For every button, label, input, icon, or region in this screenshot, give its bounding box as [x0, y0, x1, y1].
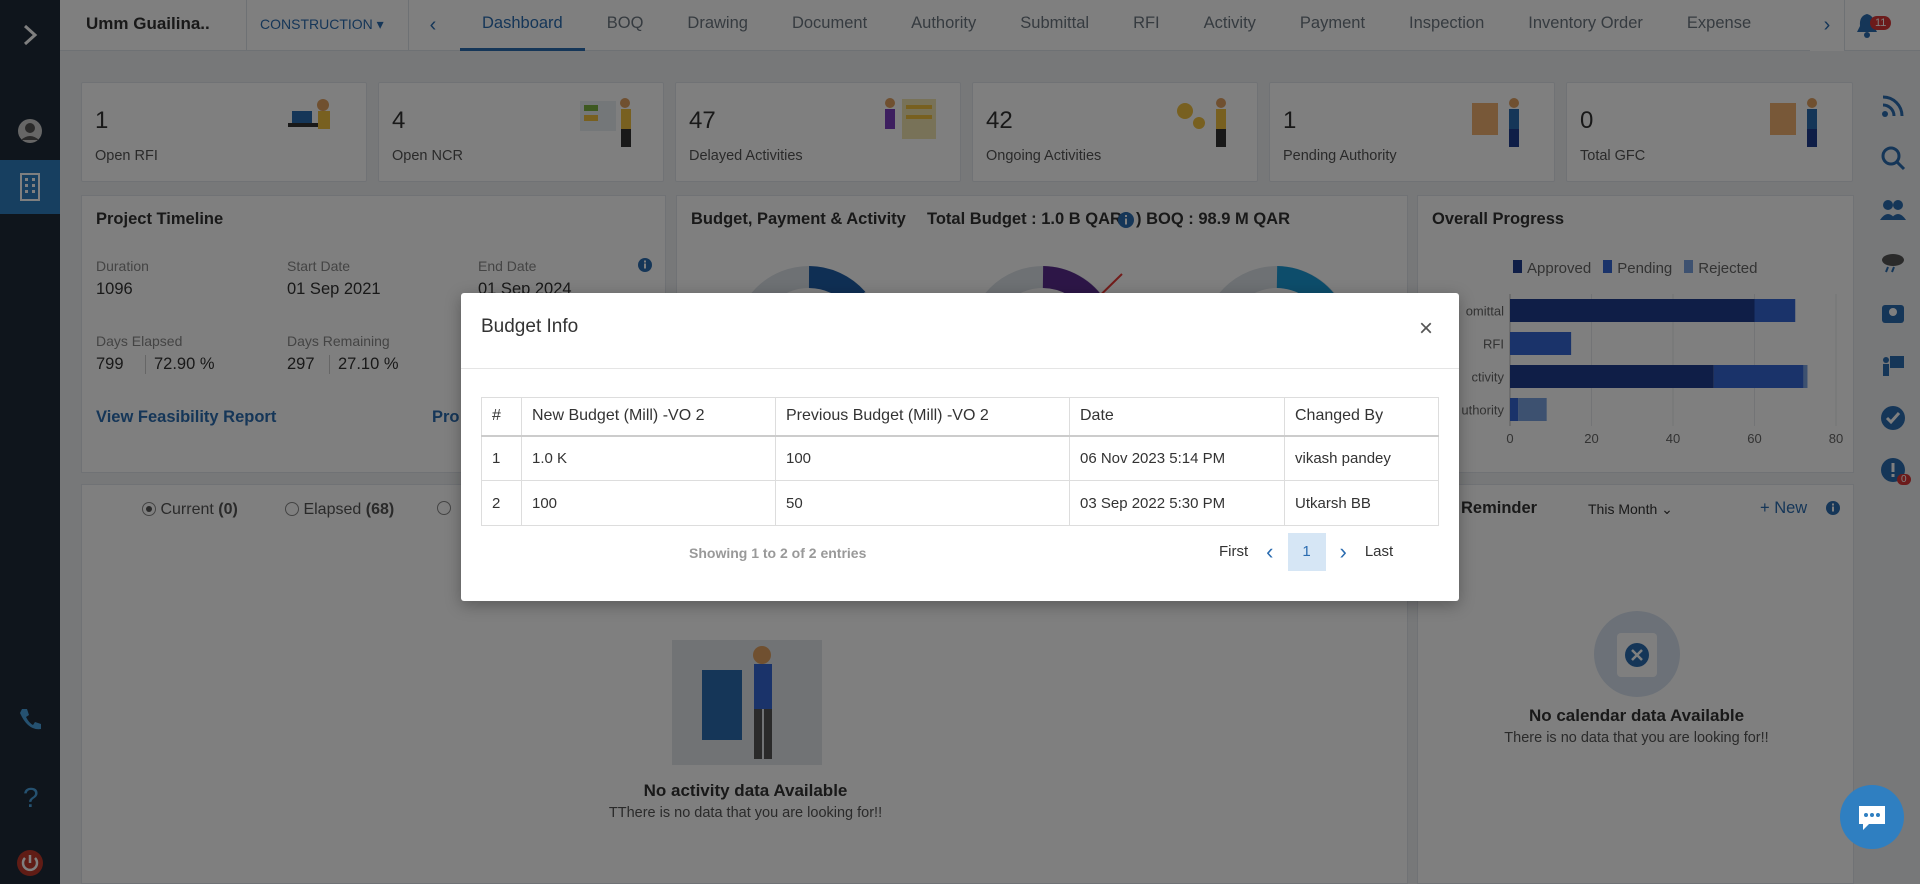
modal-title: Budget Info [481, 316, 579, 337]
entries-info: Showing 1 to 2 of 2 entries [689, 545, 867, 561]
column-header[interactable]: Changed By [1284, 397, 1439, 437]
new-budget-cell: 1.0 K [521, 435, 776, 481]
budget-history-table: # New Budget (Mill) -VO 2 Previous Budge… [481, 397, 1439, 526]
budget-info-modal: Budget Info × # New Budget (Mill) -VO 2 … [461, 293, 1459, 601]
pagination: First ‹ 1 › Last [1209, 533, 1403, 571]
previous-budget-cell: 50 [775, 480, 1070, 526]
date-cell: 06 Nov 2023 5:14 PM [1069, 435, 1285, 481]
first-page-button[interactable]: First [1209, 533, 1258, 571]
previous-budget-cell: 100 [775, 435, 1070, 481]
date-cell: 03 Sep 2022 5:30 PM [1069, 480, 1285, 526]
chat-button[interactable] [1840, 785, 1904, 849]
row-index: 1 [481, 435, 522, 481]
column-header[interactable]: # [481, 397, 522, 437]
column-header[interactable]: Previous Budget (Mill) -VO 2 [775, 397, 1070, 437]
table-row: 1 1.0 K 100 06 Nov 2023 5:14 PM vikash p… [481, 435, 1439, 481]
changed-by-cell: vikash pandey [1284, 435, 1439, 481]
row-index: 2 [481, 480, 522, 526]
prev-page-icon[interactable]: ‹ [1258, 539, 1281, 565]
close-icon[interactable]: × [1419, 315, 1433, 343]
page-number-button[interactable]: 1 [1287, 533, 1326, 571]
last-page-button[interactable]: Last [1355, 533, 1403, 571]
chat-bubble-icon [1859, 806, 1885, 830]
modal-divider [461, 368, 1459, 369]
column-header[interactable]: Date [1069, 397, 1285, 437]
table-row: 2 100 50 03 Sep 2022 5:30 PM Utkarsh BB [481, 480, 1439, 526]
next-page-icon[interactable]: › [1332, 539, 1355, 565]
table-header-row: # New Budget (Mill) -VO 2 Previous Budge… [481, 397, 1439, 437]
column-header[interactable]: New Budget (Mill) -VO 2 [521, 397, 776, 437]
changed-by-cell: Utkarsh BB [1284, 480, 1439, 526]
new-budget-cell: 100 [521, 480, 776, 526]
